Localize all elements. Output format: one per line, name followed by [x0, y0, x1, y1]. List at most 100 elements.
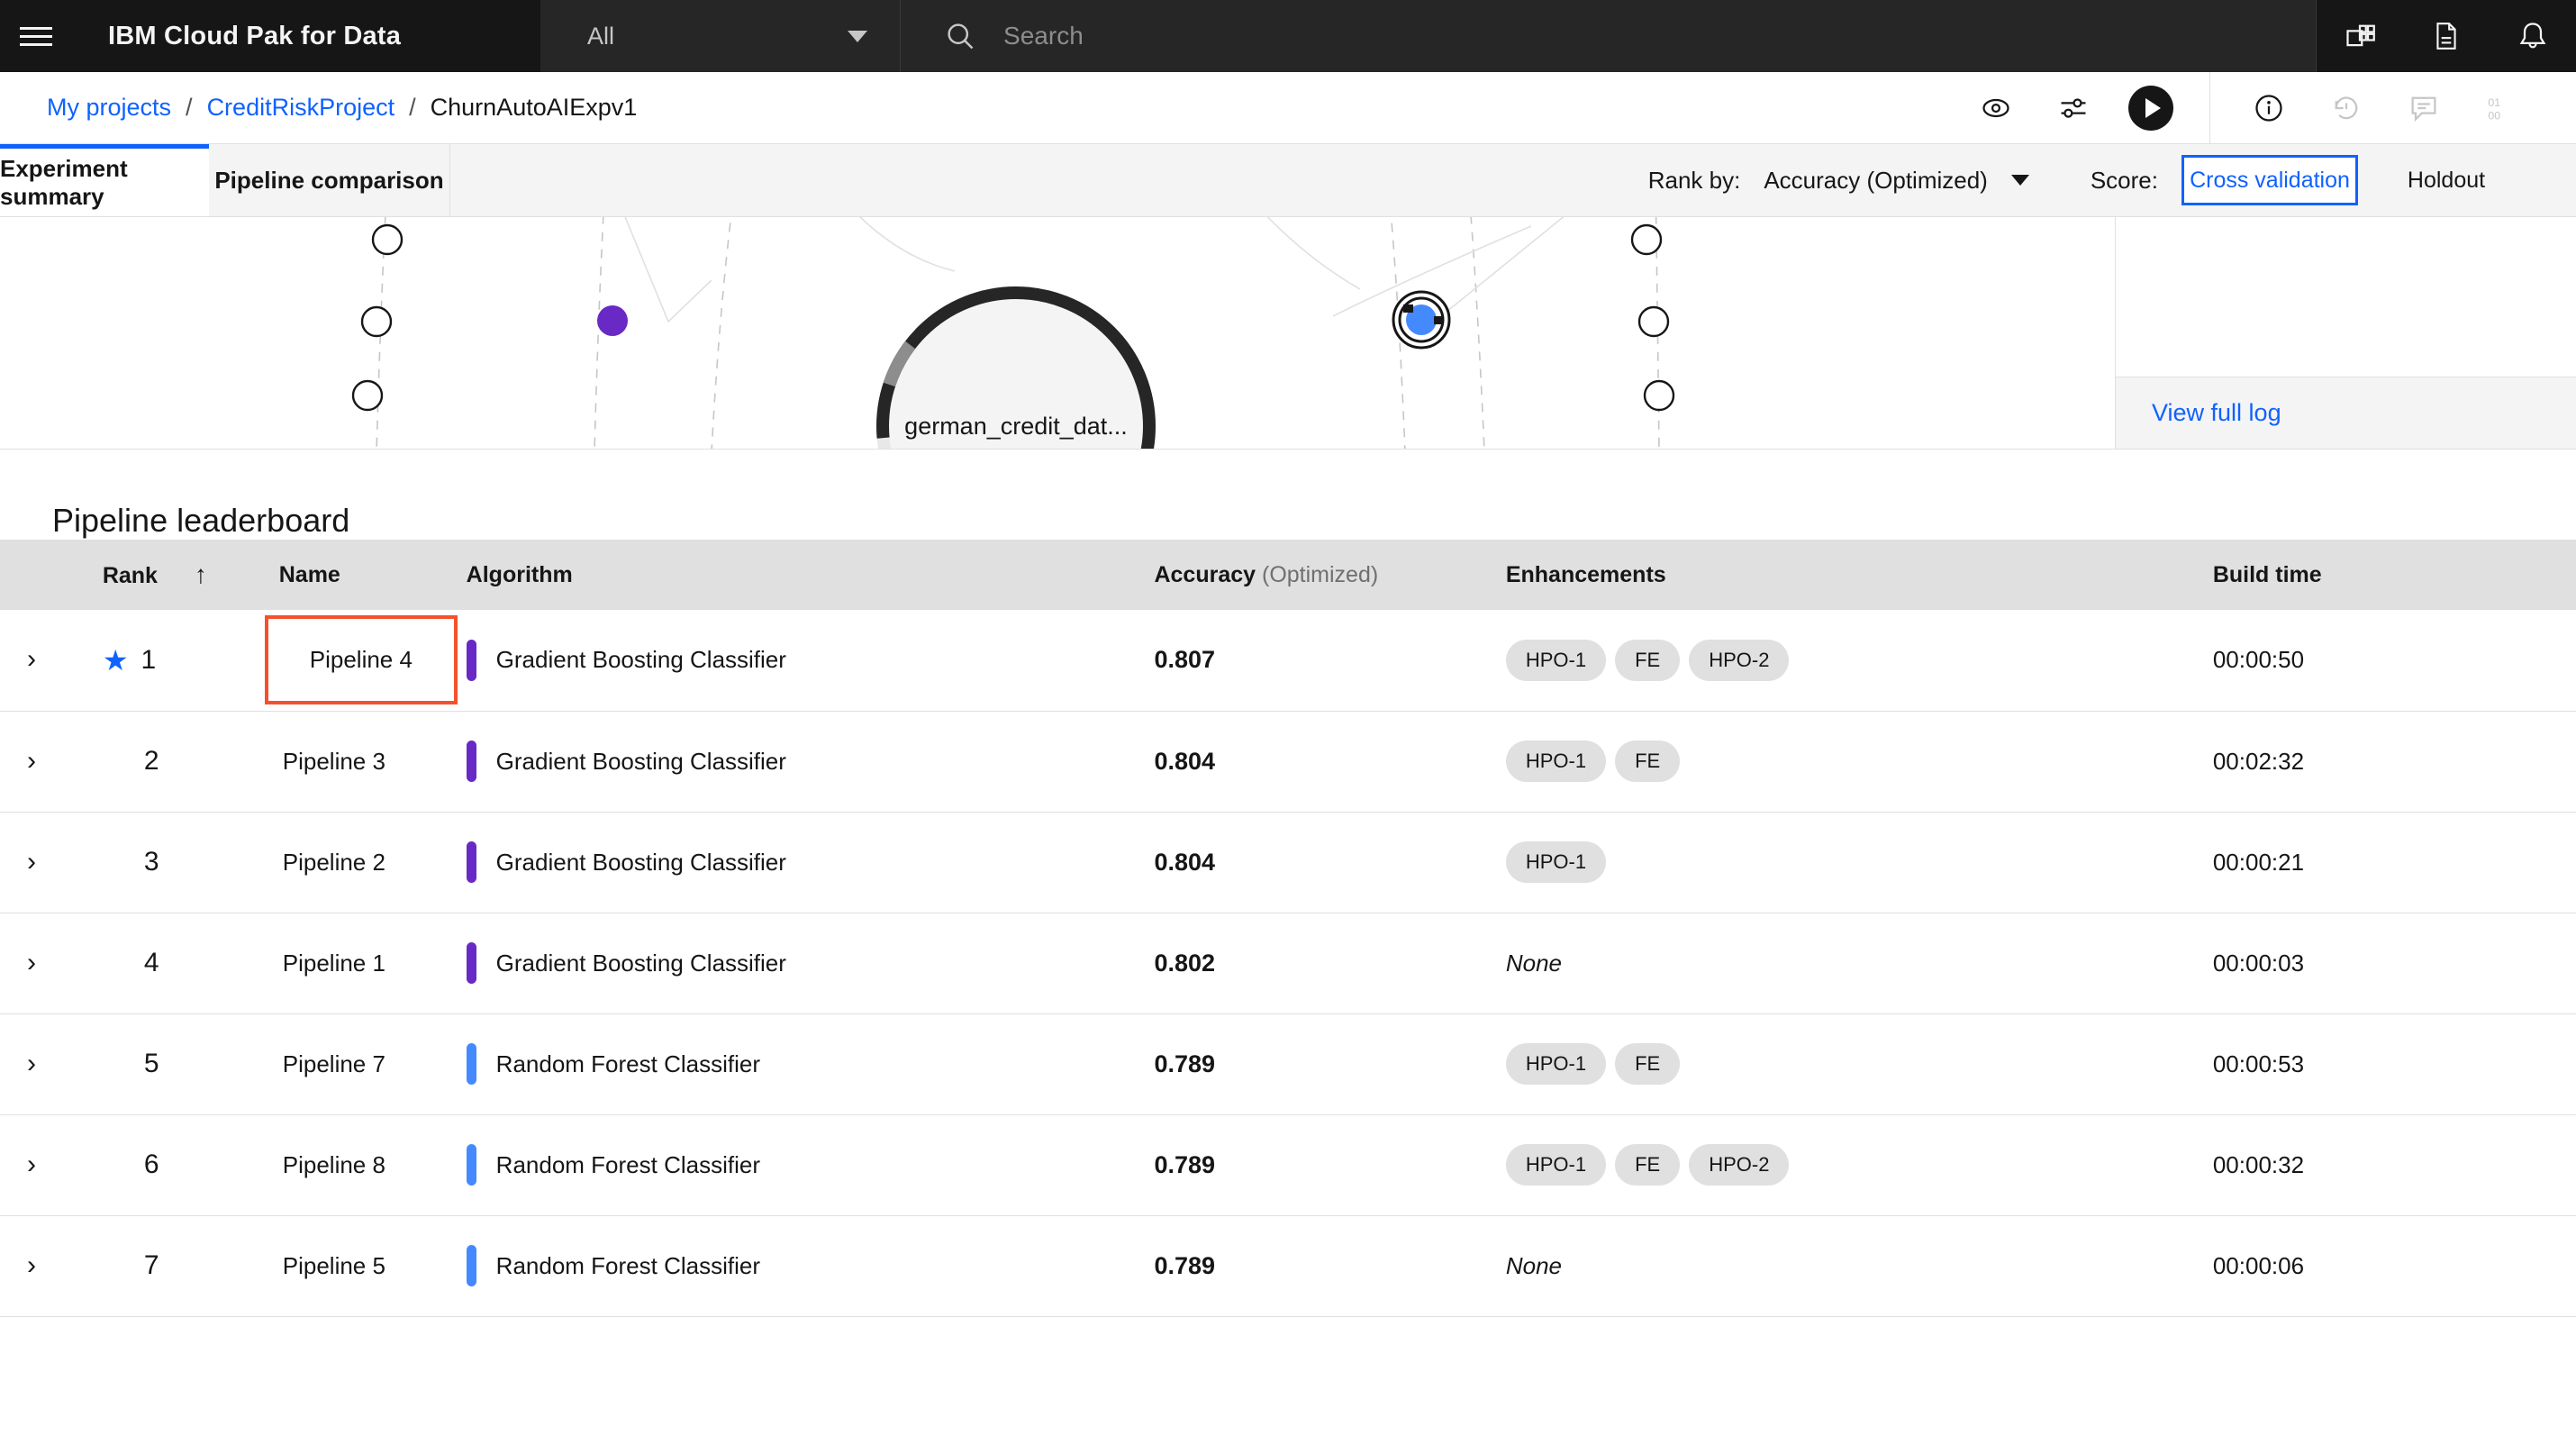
rank-value: 4 — [143, 948, 159, 977]
table-row[interactable]: › 2 Pipeline 3 Gradient Boosting Classif… — [0, 711, 2576, 812]
toolbar-divider — [2209, 71, 2210, 144]
enhancement-tags: HPO-1 FE HPO-2 — [1505, 639, 2213, 681]
rank-value: 7 — [143, 1250, 159, 1280]
pipeline-node[interactable] — [351, 379, 384, 412]
log-output[interactable] — [2116, 217, 2576, 377]
pipeline-node[interactable] — [1643, 379, 1675, 412]
code-binary-icon[interactable]: 01 00 — [2463, 72, 2540, 144]
col-algorithm[interactable]: Algorithm — [467, 540, 1155, 610]
build-time-value: 00:00:32 — [2212, 1150, 2305, 1178]
pipeline-name[interactable]: Pipeline 2 — [279, 849, 385, 877]
relationship-map-canvas[interactable]: german_credit_dat... — [0, 217, 2115, 449]
pipeline-node-purple[interactable] — [597, 305, 628, 336]
rank-value: 1 — [141, 644, 157, 675]
score-label: Score: — [2090, 166, 2158, 194]
col-enhancements-label: Enhancements — [1505, 561, 1666, 587]
favorite-star-icon[interactable]: ★ — [103, 643, 129, 677]
build-time-value: 00:00:21 — [2212, 848, 2305, 876]
score-option-holdout[interactable]: Holdout — [2358, 155, 2535, 205]
pipeline-name[interactable]: Pipeline 3 — [279, 748, 385, 776]
search-input[interactable] — [1003, 22, 2238, 50]
algorithm-color-bar — [466, 1245, 476, 1286]
info-icon[interactable] — [2230, 72, 2308, 144]
algorithm-cell: Random Forest Classifier — [466, 1043, 1155, 1085]
pipeline-node[interactable] — [1630, 223, 1663, 256]
hamburger-menu-icon[interactable] — [0, 0, 72, 72]
table-row[interactable]: › 6 Pipeline 8 Random Forest Classifier … — [0, 1114, 2576, 1215]
pipeline-name[interactable]: Pipeline 7 — [279, 1050, 385, 1078]
score-option-label: Holdout — [2407, 167, 2486, 193]
table-row[interactable]: › ★ 1 Pipeline 4 Gradient Boosting Class… — [0, 610, 2576, 711]
row-expand-icon[interactable]: › — [27, 949, 36, 977]
col-rank[interactable]: Rank ↑ — [92, 540, 279, 610]
col-build-time[interactable]: Build time — [2213, 540, 2576, 610]
pipeline-name[interactable]: Pipeline 8 — [279, 1151, 385, 1179]
col-accuracy[interactable]: Accuracy (Optimized) — [1154, 540, 1505, 610]
pipeline-name[interactable]: Pipeline 5 — [279, 1252, 385, 1280]
pipeline-node-selected[interactable] — [1392, 290, 1451, 350]
algorithm-label: Gradient Boosting Classifier — [495, 646, 786, 674]
history-icon[interactable] — [2308, 72, 2385, 144]
tab-pipeline-comparison[interactable]: Pipeline comparison — [209, 144, 450, 216]
row-expand-icon[interactable]: › — [27, 747, 36, 775]
enhancement-tag: HPO-1 — [1505, 639, 1607, 681]
row-expand-icon[interactable]: › — [27, 848, 36, 876]
breadcrumb-item-project[interactable]: CreditRiskProject — [207, 94, 395, 122]
header-icon-group — [2316, 0, 2576, 72]
pipeline-node[interactable] — [371, 223, 404, 256]
tab-experiment-summary[interactable]: Experiment summary — [0, 144, 209, 216]
row-expand-icon[interactable]: › — [27, 646, 36, 673]
algorithm-label: Gradient Boosting Classifier — [495, 949, 786, 977]
enhancement-tag: FE — [1615, 741, 1681, 782]
search-scope-dropdown[interactable]: All — [540, 0, 902, 72]
rank-by-dropdown[interactable]: Accuracy (Optimized) — [1764, 167, 2029, 195]
algorithm-label: Random Forest Classifier — [495, 1150, 760, 1178]
algorithm-color-bar — [466, 1043, 476, 1085]
global-search[interactable] — [901, 0, 2316, 72]
table-row[interactable]: › 5 Pipeline 7 Random Forest Classifier … — [0, 1013, 2576, 1114]
comments-icon[interactable] — [2385, 72, 2463, 144]
relationship-map-area: german_credit_dat... View full log — [0, 217, 2576, 450]
table-body: › ★ 1 Pipeline 4 Gradient Boosting Class… — [0, 610, 2576, 1316]
col-name-label: Name — [278, 561, 340, 587]
sort-ascending-icon[interactable]: ↑ — [195, 560, 207, 589]
algorithm-cell: Random Forest Classifier — [466, 1245, 1155, 1286]
pipeline-node[interactable] — [1637, 305, 1670, 338]
run-play-icon[interactable] — [2112, 72, 2190, 144]
table-row[interactable]: › 4 Pipeline 1 Gradient Boosting Classif… — [0, 913, 2576, 1013]
col-enhancements[interactable]: Enhancements — [1506, 540, 2213, 610]
score-option-cross-validation[interactable]: Cross validation — [2181, 155, 2358, 205]
enhancement-tag: HPO-1 — [1505, 1144, 1607, 1186]
pipeline-node[interactable] — [360, 305, 393, 338]
accuracy-value: 0.789 — [1154, 1251, 1216, 1279]
table-row[interactable]: › 3 Pipeline 2 Gradient Boosting Classif… — [0, 812, 2576, 913]
row-expand-icon[interactable]: › — [27, 1251, 36, 1279]
document-icon[interactable] — [2403, 0, 2490, 72]
enhancement-tags: HPO-1 FE — [1505, 741, 2213, 782]
settings-sliders-icon[interactable] — [2035, 72, 2112, 144]
algorithm-label: Random Forest Classifier — [495, 1251, 760, 1279]
algorithm-label: Random Forest Classifier — [495, 1050, 760, 1077]
row-expand-icon[interactable]: › — [27, 1050, 36, 1077]
breadcrumb-item-my-projects[interactable]: My projects — [47, 94, 171, 122]
build-time-value: 00:00:06 — [2212, 1251, 2305, 1279]
pipeline-name[interactable]: Pipeline 4 — [264, 615, 458, 705]
app-switcher-icon[interactable] — [2317, 0, 2403, 72]
tab-label: Experiment summary — [0, 154, 128, 210]
row-expand-icon[interactable]: › — [27, 1150, 36, 1178]
breadcrumb-separator: / — [186, 94, 193, 121]
view-full-log-link[interactable]: View full log — [2152, 399, 2281, 427]
search-icon — [948, 23, 974, 50]
algorithm-color-bar — [466, 841, 476, 883]
notification-bell-icon[interactable] — [2490, 0, 2576, 72]
pipeline-name[interactable]: Pipeline 1 — [279, 950, 385, 977]
enhancement-none: None — [1505, 1251, 1562, 1279]
log-panel: View full log — [2115, 217, 2576, 449]
view-eye-icon[interactable] — [1957, 72, 2035, 144]
rank-score-controls: Rank by: Accuracy (Optimized) Score: Cro… — [1647, 144, 2576, 216]
table-header: Rank ↑ Name Algorithm Accuracy (Optimize… — [0, 540, 2576, 610]
table-row[interactable]: › 7 Pipeline 5 Random Forest Classifier … — [0, 1215, 2576, 1316]
relationship-map-svg: german_credit_dat... — [351, 217, 1675, 449]
score-option-label: Cross validation — [2190, 167, 2350, 193]
col-name[interactable]: Name — [279, 540, 467, 610]
